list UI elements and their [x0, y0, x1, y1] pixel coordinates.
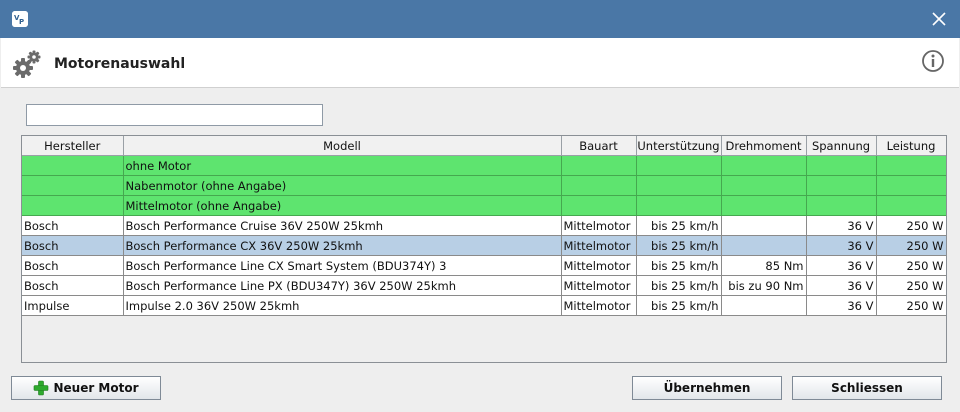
cell-bauart: Mittelmotor: [561, 215, 637, 236]
cell-bauart: Mittelmotor: [561, 295, 637, 316]
cell-drehmoment: [721, 235, 807, 256]
cell-modell: Impulse 2.0 36V 250W 25kmh: [123, 295, 562, 316]
title-bar[interactable]: V P: [0, 0, 960, 38]
col-header-leistung[interactable]: Leistung: [876, 136, 946, 156]
table-row[interactable]: Bosch Bosch Performance Line CX Smart Sy…: [22, 255, 946, 276]
close-label: Schliessen: [831, 381, 903, 395]
cell-unterstuetzung: [636, 155, 722, 176]
cell-spannung: [806, 175, 877, 196]
new-motor-button[interactable]: Neuer Motor: [11, 376, 161, 400]
cell-modell: ohne Motor: [123, 155, 562, 176]
page-title: Motorenauswahl: [54, 56, 186, 72]
cell-drehmoment: [721, 215, 807, 236]
cell-spannung: 36 V: [806, 235, 877, 256]
cell-unterstuetzung: bis 25 km/h: [636, 255, 722, 276]
cell-bauart: [561, 175, 637, 196]
cell-hersteller: [22, 195, 124, 216]
cell-hersteller: [22, 175, 124, 196]
cell-modell: Mittelmotor (ohne Angabe): [123, 195, 562, 216]
plus-icon: [33, 380, 49, 396]
cell-leistung: [876, 155, 946, 176]
cell-spannung: 36 V: [806, 255, 877, 276]
cell-modell: Nabenmotor (ohne Angabe): [123, 175, 562, 196]
svg-text:P: P: [19, 18, 24, 26]
table-header-row: Hersteller Modell Bauart Unterstützung D…: [22, 136, 946, 156]
table-row-selected[interactable]: Bosch Bosch Performance CX 36V 250W 25km…: [22, 235, 946, 256]
cell-modell: Bosch Performance Line PX (BDU347Y) 36V …: [123, 275, 562, 296]
cell-spannung: 36 V: [806, 295, 877, 316]
cell-hersteller: Bosch: [22, 255, 124, 276]
cell-unterstuetzung: bis 25 km/h: [636, 235, 722, 256]
cell-hersteller: [22, 155, 124, 176]
cell-unterstuetzung: [636, 195, 722, 216]
cell-bauart: [561, 195, 637, 216]
cell-spannung: 36 V: [806, 275, 877, 296]
dialog-header: Motorenauswahl: [1, 38, 959, 88]
cell-bauart: Mittelmotor: [561, 235, 637, 256]
cell-modell: Bosch Performance CX 36V 250W 25kmh: [123, 235, 562, 256]
cell-bauart: Mittelmotor: [561, 275, 637, 296]
gear-icon: [12, 49, 42, 79]
close-button[interactable]: Schliessen: [792, 376, 942, 400]
info-icon[interactable]: [921, 49, 945, 73]
col-header-hersteller[interactable]: Hersteller: [22, 136, 124, 156]
search-input[interactable]: [26, 104, 323, 126]
motor-table: Hersteller Modell Bauart Unterstützung D…: [21, 135, 947, 363]
cell-drehmoment: 85 Nm: [721, 255, 807, 276]
cell-drehmoment: [721, 155, 807, 176]
cell-leistung: [876, 175, 946, 196]
cell-spannung: [806, 195, 877, 216]
dialog-window: V P Motorenauswahl Hersteller Modell Bau…: [0, 0, 960, 412]
cell-bauart: [561, 155, 637, 176]
cell-unterstuetzung: bis 25 km/h: [636, 295, 722, 316]
cell-leistung: 250 W: [876, 275, 946, 296]
cell-unterstuetzung: bis 25 km/h: [636, 215, 722, 236]
apply-label: Übernehmen: [663, 381, 751, 395]
table-row[interactable]: Impulse Impulse 2.0 36V 250W 25kmh Mitte…: [22, 295, 946, 316]
cell-drehmoment: [721, 175, 807, 196]
cell-leistung: 250 W: [876, 215, 946, 236]
cell-unterstuetzung: bis 25 km/h: [636, 275, 722, 296]
cell-bauart: Mittelmotor: [561, 255, 637, 276]
table-row[interactable]: Nabenmotor (ohne Angabe): [22, 175, 946, 196]
apply-button[interactable]: Übernehmen: [632, 376, 782, 400]
table-row[interactable]: ohne Motor: [22, 155, 946, 176]
cell-spannung: [806, 155, 877, 176]
table-row[interactable]: Mittelmotor (ohne Angabe): [22, 195, 946, 216]
cell-drehmoment: [721, 295, 807, 316]
col-header-unterstuetzung[interactable]: Unterstützung: [636, 136, 722, 156]
vp-app-icon: V P: [12, 11, 28, 27]
cell-drehmoment: bis zu 90 Nm: [721, 275, 807, 296]
cell-drehmoment: [721, 195, 807, 216]
cell-hersteller: Bosch: [22, 275, 124, 296]
col-header-spannung[interactable]: Spannung: [806, 136, 877, 156]
cell-hersteller: Bosch: [22, 235, 124, 256]
cell-modell: Bosch Performance Line CX Smart System (…: [123, 255, 562, 276]
col-header-bauart[interactable]: Bauart: [561, 136, 637, 156]
cell-hersteller: Impulse: [22, 295, 124, 316]
close-icon[interactable]: [930, 10, 948, 28]
cell-leistung: [876, 195, 946, 216]
cell-modell: Bosch Performance Cruise 36V 250W 25kmh: [123, 215, 562, 236]
cell-unterstuetzung: [636, 175, 722, 196]
motor-table-grid: Hersteller Modell Bauart Unterstützung D…: [22, 136, 946, 316]
cell-leistung: 250 W: [876, 235, 946, 256]
cell-leistung: 250 W: [876, 295, 946, 316]
cell-leistung: 250 W: [876, 255, 946, 276]
table-row[interactable]: Bosch Bosch Performance Cruise 36V 250W …: [22, 215, 946, 236]
cell-hersteller: Bosch: [22, 215, 124, 236]
new-motor-label: Neuer Motor: [53, 381, 139, 395]
col-header-drehmoment[interactable]: Drehmoment: [721, 136, 807, 156]
cell-spannung: 36 V: [806, 215, 877, 236]
col-header-modell[interactable]: Modell: [123, 136, 562, 156]
table-row[interactable]: Bosch Bosch Performance Line PX (BDU347Y…: [22, 275, 946, 296]
